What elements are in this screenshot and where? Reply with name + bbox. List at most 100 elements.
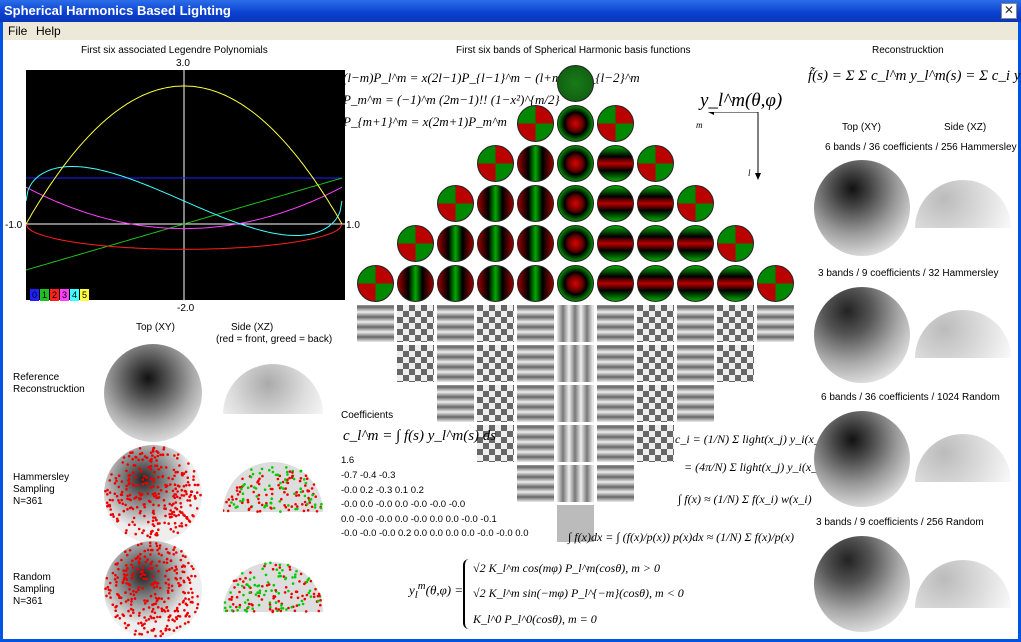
harmonic-l5-m1 [597,265,634,302]
reference-side-hemisphere [223,364,323,414]
close-button[interactable]: ✕ [1001,3,1017,19]
harmonic-l3-m1 [597,185,634,222]
recon-title: Reconstrucktion [872,45,944,56]
recon-row-3-label: 3 bands / 9 coefficients / 256 Random [816,517,984,528]
tile-r0-c4 [517,305,554,342]
coef-row-0: 1.6 [341,455,355,466]
reference-label-1: Reference [13,372,60,383]
sampling-top-label: Top (XY) [136,322,175,333]
random-top-sphere [104,541,202,639]
recurrence-formula-1: (l−m)P_l^m = x(2l−1)P_{l−1}^m − (l+m−1)P… [343,70,640,85]
harmonic-l4-m-2 [477,225,514,262]
sampling-side-note: (red = front, greed = back) [216,334,333,345]
random-label-2: Sampling [13,584,55,595]
menu-file[interactable]: File [8,24,27,38]
tile-r1-c0 [397,345,434,382]
harmonic-l1-m-1 [517,105,554,142]
tile-r2-c4 [597,385,634,422]
tile-r0-c5 [557,305,594,342]
tile-r2-c0 [437,385,474,422]
m-axis-label: m [696,120,703,130]
tile-r1-c6 [637,345,674,382]
harmonic-l3-m-1 [517,185,554,222]
legend-item-1: 1 [40,289,49,301]
harmonic-l2-m-1 [517,145,554,182]
window-title: Spherical Harmonics Based Lighting [4,3,231,18]
tile-r1-c2 [477,345,514,382]
legendre-y-bottom: -2.0 [177,303,195,314]
ylm-def-case-3: K_l^0 P_l^0(cosθ), m = 0 [473,612,597,626]
recurrence-formula-3: P_{m+1}^m = x(2m+1)P_m^m [343,114,507,129]
harmonic-l5-m0 [557,265,594,302]
recon-formula: f̃(s) = Σ Σ c_l^m y_l^m(s) = Σ c_i y_i(s… [808,68,1021,84]
harmonic-l5-m2 [637,265,674,302]
harmonic-l4-m3 [677,225,714,262]
harmonic-l5-m-2 [477,265,514,302]
tile-r3-c1 [517,425,554,462]
tile-r1-c3 [517,345,554,382]
harmonic-l4-m-3 [437,225,474,262]
harmonic-l4-m1 [597,225,634,262]
legendre-y-top: 3.0 [176,58,190,69]
harmonic-l4-m2 [637,225,674,262]
tile-r4-c0 [517,465,554,502]
recon-row-0-label: 6 bands / 36 coefficients / 256 Hammersl… [825,142,1017,153]
tile-r4-c2 [597,465,634,502]
tile-r2-c6 [677,385,714,422]
reference-top-sphere [104,344,202,442]
random-label-3: N=361 [13,596,43,607]
tile-r1-c4 [557,345,594,382]
recon-2-top-sphere [814,411,910,507]
coef-row-5: -0.0 -0.0 -0.0 0.2 0.0 0.0 0.0 0.0 -0.0 … [341,528,529,539]
tile-r3-c2 [557,425,594,462]
coef-row-3: -0.0 0.0 -0.0 0.0 -0.0 -0.0 -0.0 [341,499,466,510]
tile-r2-c1 [477,385,514,422]
harmonic-l2-m0 [557,145,594,182]
harmonic-l3-m3 [677,185,714,222]
recon-3-top-sphere [814,536,910,632]
coefficients-label: Coefficients [341,410,394,421]
harmonic-l1-m1 [597,105,634,142]
harmonic-l3-m0 [557,185,594,222]
tile-r3-c4 [637,425,674,462]
harmonic-l3-m2 [637,185,674,222]
coef-row-4: 0.0 -0.0 -0.0 0.0 -0.0 0.0 0.0 -0.0 -0.1 [341,514,497,525]
random-label-1: Random [13,572,51,583]
tile-r1-c7 [677,345,714,382]
tile-r0-c2 [437,305,474,342]
hammersley-label-1: Hammersley [13,472,70,483]
tile-r0-c0 [357,305,394,342]
tile-r1-c8 [717,345,754,382]
clm-formula: c_l^m = ∫ f(s) y_l^m(s) ds [343,428,497,444]
hammersley-top-sphere [104,445,202,543]
recon-0-top-sphere [814,160,910,256]
harmonic-l5-m5 [757,265,794,302]
title-bar[interactable]: Spherical Harmonics Based Lighting ✕ [0,0,1021,22]
ylm-def-case-1: √2 K_l^m cos(mφ) P_l^m(cosθ), m > 0 [473,561,660,575]
harmonic-l5-m3 [677,265,714,302]
harmonic-l0-m0 [557,65,594,102]
tile-r2-c5 [637,385,674,422]
harmonic-l5-m-5 [357,265,394,302]
coef-row-1: -0.7 -0.4 -0.3 [341,470,396,481]
harmonic-l5-m-3 [437,265,474,302]
tile-r4-c1 [557,465,594,502]
tile-r0-c7 [637,305,674,342]
tile-r1-c5 [597,345,634,382]
recon-side-label: Side (XZ) [944,122,987,133]
recon-top-label: Top (XY) [842,122,881,133]
hammersley-label-2: Sampling [13,484,55,495]
harmonic-l3-m-2 [477,185,514,222]
tile-r0-c1 [397,305,434,342]
harmonic-l4-m-1 [517,225,554,262]
hammersley-side-hemisphere [223,462,323,513]
recon-1-top-sphere [814,287,910,383]
recon-1-side-hemisphere [915,310,1011,358]
menu-help[interactable]: Help [36,24,61,38]
legendre-x-right: 1.0 [346,220,360,231]
tile-r0-c3 [477,305,514,342]
recon-row-2-label: 6 bands / 36 coefficients / 1024 Random [821,392,1000,403]
harmonic-l5-m4 [717,265,754,302]
legend-item-3: 3 [60,289,69,301]
harmonic-l5-m-1 [517,265,554,302]
